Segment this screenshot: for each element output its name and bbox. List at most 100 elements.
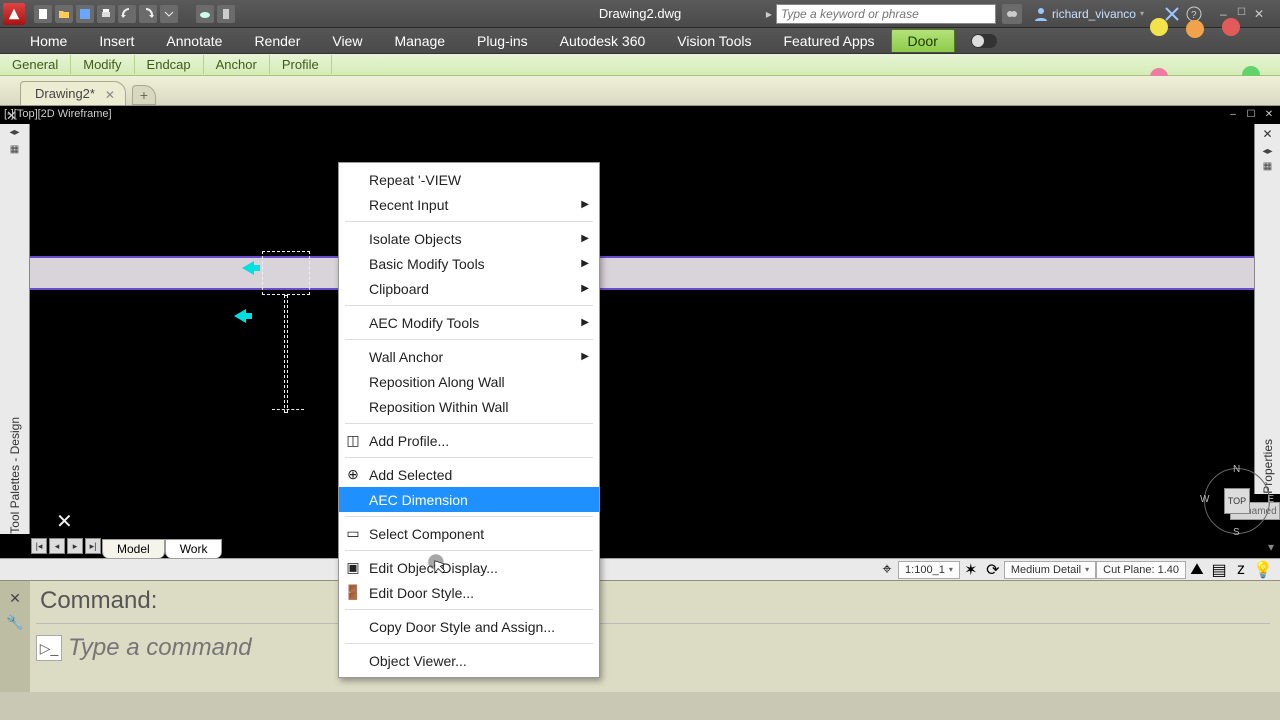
context-item-repeat-view[interactable]: Repeat '-VIEW	[339, 167, 599, 192]
scale-dropdown[interactable]: 1:100_1▾	[898, 561, 960, 579]
viewport-maximize-button[interactable]: ☐	[1244, 108, 1258, 120]
replace-z-icon[interactable]: z	[1232, 561, 1250, 579]
context-item-edit-door-style[interactable]: 🚪Edit Door Style...	[339, 580, 599, 605]
undo-button[interactable]	[118, 5, 136, 23]
ribbon-tab-manage[interactable]: Manage	[378, 30, 461, 52]
properties-menu-icon[interactable]: ▦	[1263, 161, 1272, 172]
detail-dropdown[interactable]: Medium Detail▾	[1004, 561, 1096, 579]
document-tab-drawing2[interactable]: Drawing2* ✕	[20, 81, 126, 105]
grip-arrow-icon[interactable]	[234, 309, 252, 323]
annotation-auto-icon[interactable]: ⟳	[984, 561, 1002, 579]
context-item-wall-anchor[interactable]: Wall Anchor▶	[339, 344, 599, 369]
ribbon-tab-vision-tools[interactable]: Vision Tools	[661, 30, 767, 52]
app-menu-button[interactable]	[3, 3, 25, 25]
ribbon-tab-plug-ins[interactable]: Plug-ins	[461, 30, 544, 52]
command-input[interactable]	[68, 632, 1270, 664]
new-button[interactable]	[34, 5, 52, 23]
ribbon-tab-home[interactable]: Home	[14, 30, 83, 52]
ribbon-panel-endcap[interactable]: Endcap	[135, 55, 204, 74]
layout-first-button[interactable]: |◂	[31, 538, 47, 554]
context-item-clipboard[interactable]: Clipboard▶	[339, 276, 599, 301]
context-item-recent-input[interactable]: Recent Input▶	[339, 192, 599, 217]
annotation-visibility-icon[interactable]: ✶	[962, 561, 980, 579]
cutplane-field[interactable]: Cut Plane: 1.40	[1096, 561, 1186, 579]
context-item-isolate-objects[interactable]: Isolate Objects▶	[339, 226, 599, 251]
palette-menu-icon[interactable]: ▦	[10, 144, 19, 155]
maximize-button[interactable]: ☐	[1237, 7, 1251, 21]
ribbon-panel-modify[interactable]: Modify	[71, 55, 134, 74]
context-item-add-profile[interactable]: ◫Add Profile...	[339, 428, 599, 453]
ribbon-panel-profile[interactable]: Profile	[270, 55, 332, 74]
binoculars-icon	[1006, 8, 1018, 20]
context-item-aec-modify-tools[interactable]: AEC Modify Tools▶	[339, 310, 599, 335]
context-item-basic-modify-tools[interactable]: Basic Modify Tools▶	[339, 251, 599, 276]
section-icon[interactable]: ▤	[1210, 561, 1228, 579]
ribbon-tab-view[interactable]: View	[316, 30, 378, 52]
chevron-down-icon: ▾	[1140, 9, 1144, 18]
viewport-close-button[interactable]: ✕	[1262, 108, 1276, 120]
light-icon[interactable]: 💡	[1254, 561, 1272, 579]
ribbon-tab-annotate[interactable]: Annotate	[150, 30, 238, 52]
drawing-viewport[interactable]: [-][Top][2D Wireframe] – ☐ ✕ ✕ ◂▸ ▦ Tool…	[0, 106, 1280, 558]
context-item-copy-door-style-and-assign[interactable]: Copy Door Style and Assign...	[339, 614, 599, 639]
elevation-icon[interactable]: ⛰	[1188, 561, 1206, 579]
command-prompt-icon[interactable]: ▷_	[36, 635, 62, 661]
context-item-object-viewer[interactable]: Object Viewer...	[339, 648, 599, 673]
print-button[interactable]	[97, 5, 115, 23]
grip-arrow-icon[interactable]	[242, 261, 260, 275]
palette-floating-close-icon[interactable]: ✕	[56, 509, 73, 534]
context-item-edit-object-display[interactable]: ▣Edit Object Display...	[339, 555, 599, 580]
palette-collapse-icon[interactable]: ◂▸	[9, 127, 19, 138]
properties-palette[interactable]: ✕ ◂▸ ▦ Properties Unnamed	[1254, 124, 1280, 494]
close-button[interactable]: ✕	[1254, 7, 1268, 21]
search-chevron-icon[interactable]: ▸	[766, 7, 772, 21]
tool-palette[interactable]: ◂▸ ▦ Tool Palettes - Design	[0, 124, 30, 534]
cmd-close-button[interactable]: ✕	[6, 589, 24, 607]
properties-close-button[interactable]: ✕	[1262, 127, 1272, 141]
close-tab-button[interactable]: ✕	[105, 88, 115, 102]
new-tab-button[interactable]: +	[132, 85, 156, 105]
layout-prev-button[interactable]: ◂	[49, 538, 65, 554]
properties-collapse-icon[interactable]: ◂▸	[1262, 146, 1272, 157]
context-item-select-component[interactable]: ▭Select Component	[339, 521, 599, 546]
viewport-minimize-button[interactable]: –	[1226, 108, 1240, 120]
context-item-label: Recent Input	[369, 197, 448, 213]
save-button[interactable]	[76, 5, 94, 23]
qat-more-button[interactable]	[160, 5, 178, 23]
workspace-button[interactable]	[217, 5, 235, 23]
help-button[interactable]: ?	[1186, 6, 1202, 22]
context-item-reposition-along-wall[interactable]: Reposition Along Wall	[339, 369, 599, 394]
door-object-selected[interactable]	[262, 251, 320, 421]
redo-button[interactable]	[139, 5, 157, 23]
search-input[interactable]	[776, 4, 996, 24]
minimize-button[interactable]: –	[1220, 7, 1234, 21]
user-account-button[interactable]: richard_vivanco ▾	[1028, 7, 1150, 21]
viewport-label[interactable]: [-][Top][2D Wireframe]	[4, 108, 112, 120]
layout-last-button[interactable]: ▸|	[85, 538, 101, 554]
ribbon-panel-anchor[interactable]: Anchor	[204, 55, 270, 74]
view-cube-face[interactable]: TOP	[1224, 488, 1250, 514]
open-button[interactable]	[55, 5, 73, 23]
search-button[interactable]	[1002, 4, 1022, 24]
wall-object[interactable]	[30, 258, 1254, 288]
palette-close-button[interactable]: ✕	[6, 108, 17, 124]
view-cube[interactable]: TOP N S E W	[1202, 466, 1272, 536]
layout-next-button[interactable]: ▸	[67, 538, 83, 554]
context-item-aec-dimension[interactable]: AEC Dimension	[339, 487, 599, 512]
viewcube-menu-icon[interactable]: ▾	[1268, 540, 1274, 554]
tab-work[interactable]: Work	[165, 539, 223, 558]
tab-model[interactable]: Model	[102, 539, 165, 558]
annotation-scale-icon[interactable]: ⌖	[878, 561, 896, 579]
ribbon-tab-autodesk-360[interactable]: Autodesk 360	[544, 30, 662, 52]
ribbon-toggle-switch[interactable]	[971, 34, 997, 48]
ribbon-tab-door[interactable]: Door	[891, 29, 955, 52]
context-item-add-selected[interactable]: ⊕Add Selected	[339, 462, 599, 487]
context-item-reposition-within-wall[interactable]: Reposition Within Wall	[339, 394, 599, 419]
ribbon-tab-insert[interactable]: Insert	[83, 30, 150, 52]
exchange-button[interactable]	[1164, 6, 1180, 22]
ribbon-tab-featured-apps[interactable]: Featured Apps	[767, 30, 890, 52]
ribbon-tab-render[interactable]: Render	[238, 30, 316, 52]
ribbon-panel-general[interactable]: General	[0, 55, 71, 74]
cloud-button[interactable]	[196, 5, 214, 23]
cmd-settings-button[interactable]: 🔧	[6, 613, 24, 631]
